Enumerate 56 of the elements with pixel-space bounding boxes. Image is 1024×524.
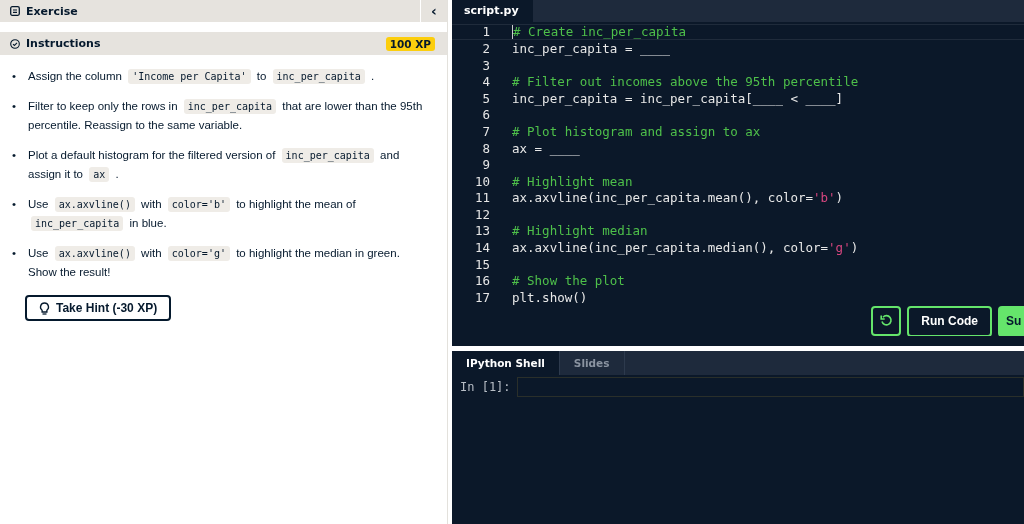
line-number: 1 <box>481 24 491 40</box>
collapse-button[interactable]: ‹ <box>420 0 447 22</box>
file-tab[interactable]: script.py <box>452 0 533 22</box>
bullet: • <box>12 69 18 84</box>
xp-badge: 100 XP <box>385 36 435 51</box>
submit-button[interactable]: Su <box>998 305 1024 336</box>
code-line: inc_per_capita = inc_per_capita[____ < ____] <box>512 90 844 106</box>
line-number: 15 <box>473 256 491 272</box>
code-line: # Filter out incomes above the 95th percentile <box>512 74 859 90</box>
line-number: 2 <box>481 40 491 56</box>
line-number: 13 <box>473 223 491 239</box>
bullet: • <box>12 197 18 212</box>
instruction-text: Use ax.axvline() with color='g' to highlight the median in green. Show the result! <box>28 245 401 280</box>
line-number: 11 <box>473 190 491 206</box>
line-number: 5 <box>481 90 491 106</box>
instruction-text: Use ax.axvline() with color='b' to highlight the mean of inc_per_capita in blue. <box>28 196 357 233</box>
code-line: # Highlight median <box>512 223 648 239</box>
code-line: ax.axvline(inc_per_capita.median(), color='g') <box>512 240 859 256</box>
code-line: # Show the plot <box>512 273 625 289</box>
line-number: 9 <box>481 157 491 173</box>
code-line: ax = ____ <box>512 140 580 156</box>
shell-input[interactable] <box>516 377 1024 397</box>
lightbulb-icon <box>39 301 50 315</box>
line-number: 8 <box>481 140 491 156</box>
take-hint-button[interactable]: Take Hint (-30 XP) <box>25 295 172 321</box>
exercise-label: Exercise <box>26 4 78 18</box>
line-number: 4 <box>481 74 491 90</box>
line-number: 7 <box>481 123 491 139</box>
run-code-button[interactable]: Run Code <box>907 305 992 336</box>
instruction-text: Plot a default histogram for the filtered version of inc_per_capita and assign it to ax . <box>28 147 401 184</box>
reset-button[interactable] <box>871 305 902 336</box>
code-line: # Plot histogram and assign to ax <box>512 123 761 139</box>
code-line: plt.show() <box>512 289 588 305</box>
line-number: 12 <box>473 206 491 222</box>
line-number: 17 <box>473 289 491 305</box>
code-line: ax.axvline(inc_per_capita.mean(), color='b') <box>512 190 844 206</box>
instruction-text: Filter to keep only the rows in inc_per_capita that are lower than the 95th percentile. Reassign to the same variable. <box>28 98 424 133</box>
bullet: • <box>12 246 18 261</box>
line-number: 3 <box>481 57 491 73</box>
line-number: 16 <box>473 273 491 289</box>
shell-prompt: In [1]: <box>460 380 511 394</box>
console-tab[interactable]: IPython Shell <box>452 351 560 375</box>
text-cursor <box>512 24 513 39</box>
code-line: # Highlight mean <box>512 173 633 189</box>
code-line: inc_per_capita = ____ <box>512 40 671 56</box>
instructions-title: Instructions <box>26 37 101 50</box>
line-number: 10 <box>473 173 491 189</box>
document-icon <box>10 6 20 16</box>
code-line: # Create inc_per_capita <box>513 24 687 40</box>
reset-icon <box>879 314 893 328</box>
line-number: 6 <box>481 107 491 123</box>
bullet: • <box>12 99 18 114</box>
bullet: • <box>12 148 18 163</box>
check-circle-icon <box>10 38 20 49</box>
line-number: 14 <box>473 240 491 256</box>
instruction-text: Assign the column 'Income per Capita' to inc_per_capita . <box>28 68 376 86</box>
